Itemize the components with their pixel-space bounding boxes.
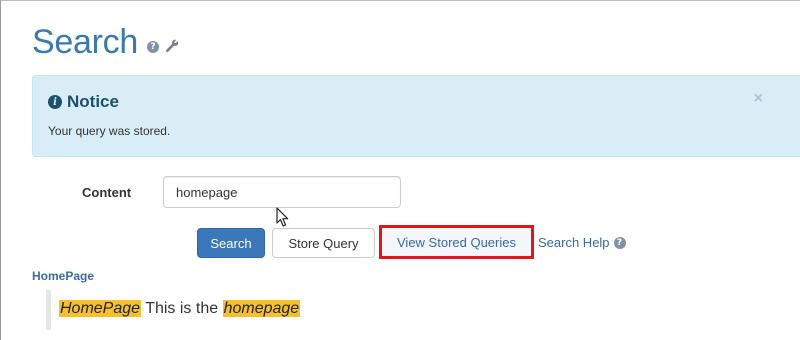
wrench-icon[interactable]	[165, 39, 179, 53]
search-button[interactable]: Search	[197, 228, 265, 258]
close-icon[interactable]: ×	[754, 90, 763, 108]
highlighted-match: HomePage	[59, 300, 142, 317]
store-query-button[interactable]: Store Query	[272, 228, 375, 258]
content-search-input[interactable]	[163, 176, 401, 208]
search-help-link[interactable]: Search Help ?	[538, 235, 626, 250]
snippet-text: This is the	[141, 300, 223, 317]
notice-header: i Notice	[48, 92, 119, 112]
notice-alert: i Notice Your query was stored. ×	[32, 75, 800, 157]
result-snippet: HomePage This is the homepage	[46, 290, 546, 330]
info-icon: i	[48, 95, 62, 109]
notice-title: Notice	[67, 92, 119, 111]
help-circle-icon: ?	[613, 236, 626, 249]
help-circle-icon[interactable]: ?	[146, 40, 159, 53]
search-help-label: Search Help	[538, 235, 610, 250]
mouse-pointer-icon	[276, 207, 289, 227]
view-stored-queries-button[interactable]: View Stored Queries	[379, 225, 534, 259]
content-label: Content	[82, 185, 132, 200]
page-title: Search	[32, 23, 138, 61]
page-frame: Search ? i Notice Your query was stored.…	[0, 0, 800, 340]
title-row: Search ?	[32, 23, 179, 62]
notice-message: Your query was stored.	[48, 124, 171, 138]
result-title-link[interactable]: HomePage	[32, 269, 94, 283]
highlighted-match: homepage	[222, 300, 301, 317]
